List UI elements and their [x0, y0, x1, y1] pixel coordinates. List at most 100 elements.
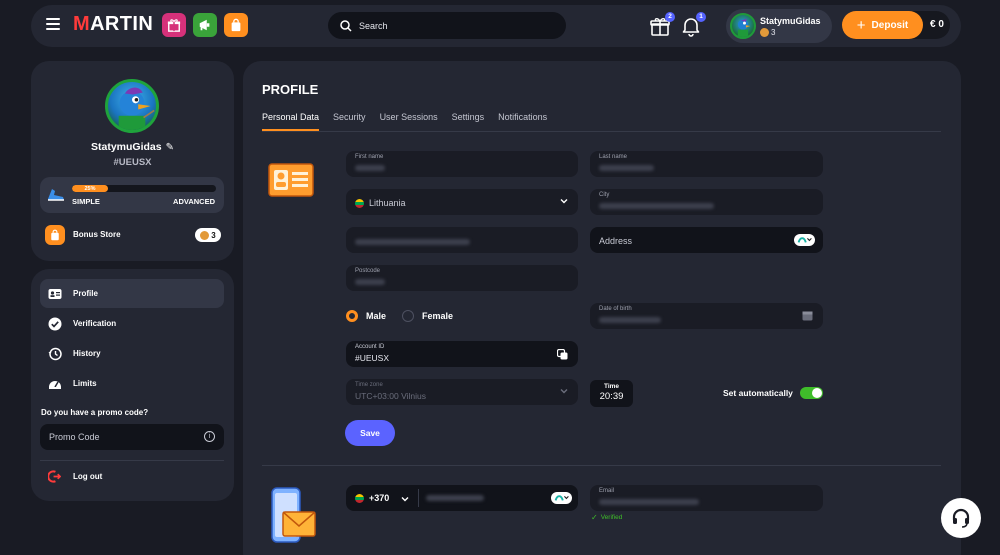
logo-mark: M [73, 13, 91, 35]
redacted-value [599, 165, 654, 171]
user-menu[interactable]: StatymuGidas 3 [726, 9, 832, 43]
support-chat-button[interactable] [941, 498, 981, 538]
first-name-field[interactable]: First name [346, 151, 578, 177]
coin-icon [200, 230, 210, 240]
level-progress-bar: 25% [72, 185, 216, 192]
chevron-down-icon[interactable] [401, 495, 409, 503]
plus-icon: + [856, 16, 866, 34]
sidebar-navigation: Profile Verification History Limits Do y… [31, 269, 234, 501]
shopping-bag-icon[interactable] [224, 13, 248, 37]
phone-country-code[interactable]: +370 [369, 493, 389, 503]
logout-icon [48, 470, 61, 483]
balance-amount: € 0 [930, 19, 944, 30]
city-field[interactable]: City [590, 189, 823, 215]
avatar [730, 13, 756, 39]
id-card-illustration-icon [268, 163, 314, 197]
gift-box-icon[interactable] [162, 13, 186, 37]
next-level-label: ADVANCED [173, 197, 215, 206]
redacted-value [355, 279, 385, 285]
email-verified-status: ✓ Verified [591, 513, 623, 522]
coin-icon [760, 28, 769, 37]
postcode-field[interactable]: Postcode [346, 265, 578, 291]
tab-security[interactable]: Security [333, 112, 366, 131]
headset-icon [952, 508, 970, 528]
sidebar-item-verification[interactable]: Verification [40, 309, 224, 338]
page-title: PROFILE [262, 82, 319, 97]
notifications-button[interactable]: 1 [680, 12, 706, 37]
phone-field[interactable]: +370 [346, 485, 578, 511]
profile-tabs: Personal Data Security User Sessions Set… [262, 112, 561, 131]
last-name-field[interactable]: Last name [590, 151, 823, 177]
tab-personal-data[interactable]: Personal Data [262, 112, 320, 131]
phone-separator [418, 489, 419, 507]
profile-tag: #UEUSX [113, 157, 152, 168]
search-input[interactable]: Search [328, 12, 566, 39]
deposit-button[interactable]: + Deposit [842, 11, 923, 39]
radio-unselected-icon [402, 310, 414, 322]
tab-notifications[interactable]: Notifications [498, 112, 547, 131]
profile-panel: PROFILE Personal Data Security User Sess… [243, 61, 961, 555]
redacted-value [355, 165, 385, 171]
address-autocomplete-icon[interactable] [794, 234, 815, 246]
header-username: StatymuGidas [760, 16, 821, 26]
set-automatically-label: Set automatically [723, 388, 793, 398]
verified-check-icon [48, 317, 62, 330]
edit-pencil-icon[interactable]: ✎ [166, 142, 174, 153]
phone-email-illustration-icon [271, 487, 316, 543]
level-progress-fill: 25% [72, 185, 108, 192]
sidebar-item-profile[interactable]: Profile [40, 279, 224, 308]
lithuania-flag-icon [355, 494, 364, 504]
megaphone-icon[interactable] [193, 13, 217, 37]
bonus-store-link[interactable]: Bonus Store 3 [44, 224, 224, 246]
check-icon: ✓ [591, 513, 598, 522]
sneaker-icon [48, 189, 64, 201]
history-clock-icon [48, 347, 62, 360]
logo[interactable]: MARTIN [73, 13, 153, 36]
gender-male-radio[interactable]: Male [346, 310, 386, 322]
save-button[interactable]: Save [345, 420, 395, 446]
tab-user-sessions[interactable]: User Sessions [380, 112, 438, 131]
bonus-count-badge: 3 [195, 228, 221, 242]
promo-code-input[interactable]: Promo Code i [40, 424, 224, 450]
tab-settings[interactable]: Settings [452, 112, 485, 131]
sidebar-divider [40, 460, 224, 461]
gauge-icon [49, 380, 61, 389]
balance-widget: + Deposit € 0 [842, 11, 950, 39]
id-card-icon [48, 288, 62, 299]
redacted-value [599, 203, 714, 209]
copy-icon[interactable] [557, 349, 568, 360]
date-of-birth-field[interactable]: Date of birth [590, 303, 823, 329]
time-display: Time 20:39 [590, 380, 633, 407]
country-select[interactable]: Lithuania [346, 189, 578, 215]
current-level-label: SIMPLE [72, 197, 100, 206]
profile-username: StatymuGidas ✎ [91, 141, 174, 153]
street-field[interactable] [346, 227, 578, 253]
timezone-select[interactable]: Time zone UTC+03:00 Vilnius [346, 379, 578, 405]
rewards-gift-button[interactable]: 2 [649, 12, 675, 37]
account-id-field[interactable]: Account ID #UEUSX [346, 341, 578, 367]
level-progress: 25% SIMPLE ADVANCED [40, 177, 224, 213]
info-icon[interactable]: i [204, 431, 215, 442]
redacted-value [599, 499, 699, 505]
gift-badge: 2 [665, 12, 675, 22]
set-automatically-toggle[interactable] [800, 387, 823, 399]
redacted-value [599, 317, 661, 323]
email-field[interactable]: Email [590, 485, 823, 511]
search-placeholder: Search [359, 20, 388, 31]
profile-avatar[interactable] [105, 79, 159, 133]
section-divider [262, 465, 941, 466]
sidebar-item-history[interactable]: History [40, 339, 224, 368]
redacted-value [355, 239, 470, 245]
phone-autocomplete-icon[interactable] [551, 492, 572, 504]
menu-icon[interactable] [46, 18, 60, 32]
logout-button[interactable]: Log out [48, 470, 102, 483]
radio-selected-icon [346, 310, 358, 322]
search-icon [340, 19, 352, 32]
sidebar-item-limits[interactable]: Limits [40, 369, 224, 398]
address-field[interactable]: Address [590, 227, 823, 253]
gender-female-radio[interactable]: Female [402, 310, 453, 322]
top-header: MARTIN Search 2 1 StatymuGidas 3 + Depos… [31, 5, 961, 47]
lithuania-flag-icon [355, 199, 364, 209]
profile-summary-card: StatymuGidas ✎ #UEUSX 25% SIMPLE ADVANCED… [31, 61, 234, 261]
calendar-icon[interactable] [802, 310, 813, 321]
